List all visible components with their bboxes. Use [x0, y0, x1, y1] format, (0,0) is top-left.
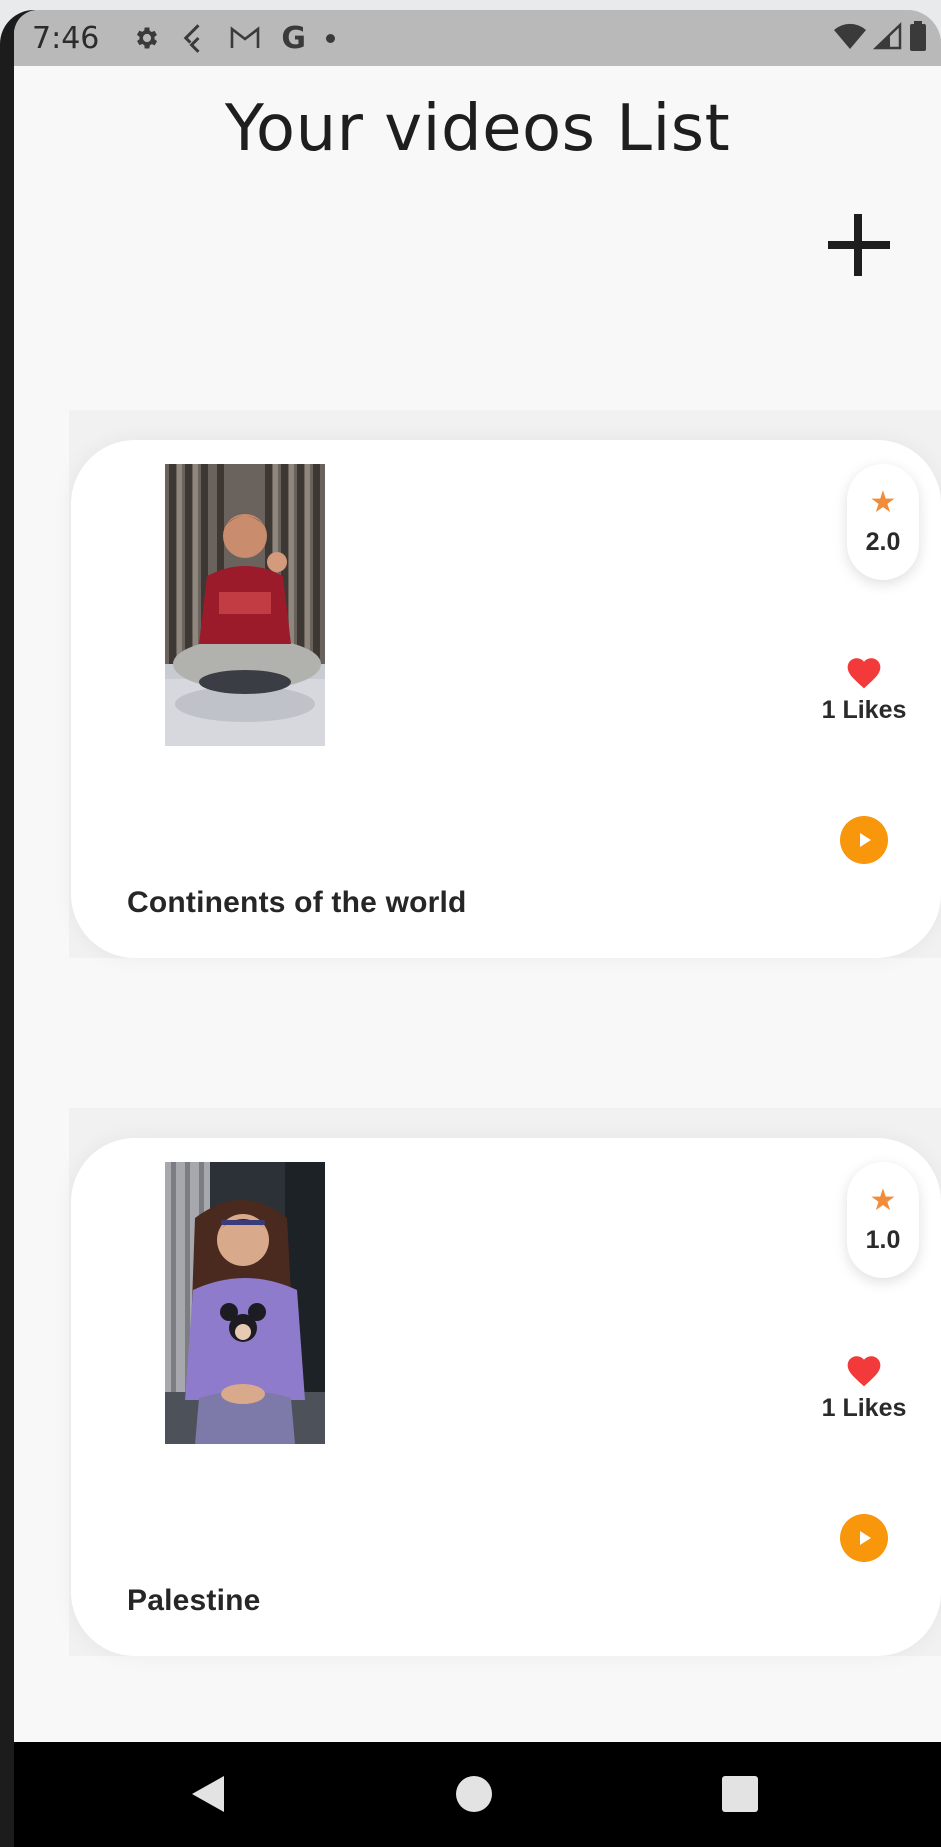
home-icon — [456, 1776, 492, 1812]
device-frame: 7:46 G Your videos List ★ 2.0 1 Likes Co… — [0, 10, 941, 1847]
page-title: Your videos List — [224, 92, 731, 166]
video-title: Palestine — [127, 1584, 261, 1617]
add-video-button[interactable] — [814, 200, 904, 290]
signal-icon — [872, 21, 903, 55]
likes-count: 1 Likes — [821, 1394, 907, 1422]
flutter-icon — [181, 23, 209, 53]
recents-icon — [722, 1776, 758, 1812]
rating-value: 1.0 — [865, 1225, 901, 1254]
play-button[interactable] — [840, 1514, 888, 1562]
likes-block[interactable]: 1 Likes — [809, 654, 919, 725]
back-button[interactable] — [180, 1766, 236, 1822]
gear-icon — [133, 24, 161, 52]
play-button[interactable] — [840, 816, 888, 864]
google-icon: G — [281, 20, 306, 56]
back-icon — [192, 1776, 224, 1812]
home-button[interactable] — [446, 1766, 502, 1822]
navigation-bar — [14, 1742, 941, 1847]
girl-sitting-photo — [165, 1162, 325, 1444]
likes-count: 1 Likes — [821, 696, 907, 724]
notification-icons: G — [133, 21, 335, 56]
rating-badge: ★ 2.0 — [847, 464, 919, 580]
video-thumbnail[interactable] — [165, 464, 325, 746]
video-card[interactable]: ★ 1.0 1 Likes Palestine — [71, 1138, 941, 1656]
video-card[interactable]: ★ 2.0 1 Likes Continents of the world — [71, 440, 941, 958]
video-thumbnail[interactable] — [165, 1162, 325, 1444]
plus-icon — [828, 214, 890, 276]
app-screen: 7:46 G Your videos List ★ 2.0 1 Likes Co… — [14, 10, 941, 1847]
star-icon: ★ — [869, 1183, 897, 1217]
gmail-icon — [229, 25, 261, 51]
wifi-icon — [833, 22, 867, 55]
star-icon: ★ — [869, 485, 897, 519]
video-title: Continents of the world — [127, 886, 467, 919]
recents-button[interactable] — [712, 1766, 768, 1822]
heart-icon[interactable] — [844, 654, 884, 690]
system-status-icons — [833, 20, 927, 56]
battery-icon — [909, 20, 927, 56]
rating-badge: ★ 1.0 — [847, 1162, 919, 1278]
boy-sitting-photo — [165, 464, 325, 746]
play-icon — [860, 1531, 871, 1545]
likes-block[interactable]: 1 Likes — [809, 1352, 919, 1423]
status-time: 7:46 — [32, 20, 100, 56]
rating-value: 2.0 — [865, 527, 901, 556]
play-icon — [860, 833, 871, 847]
dot-icon — [326, 33, 335, 43]
heart-icon[interactable] — [844, 1352, 884, 1388]
status-bar: 7:46 G — [14, 10, 941, 66]
